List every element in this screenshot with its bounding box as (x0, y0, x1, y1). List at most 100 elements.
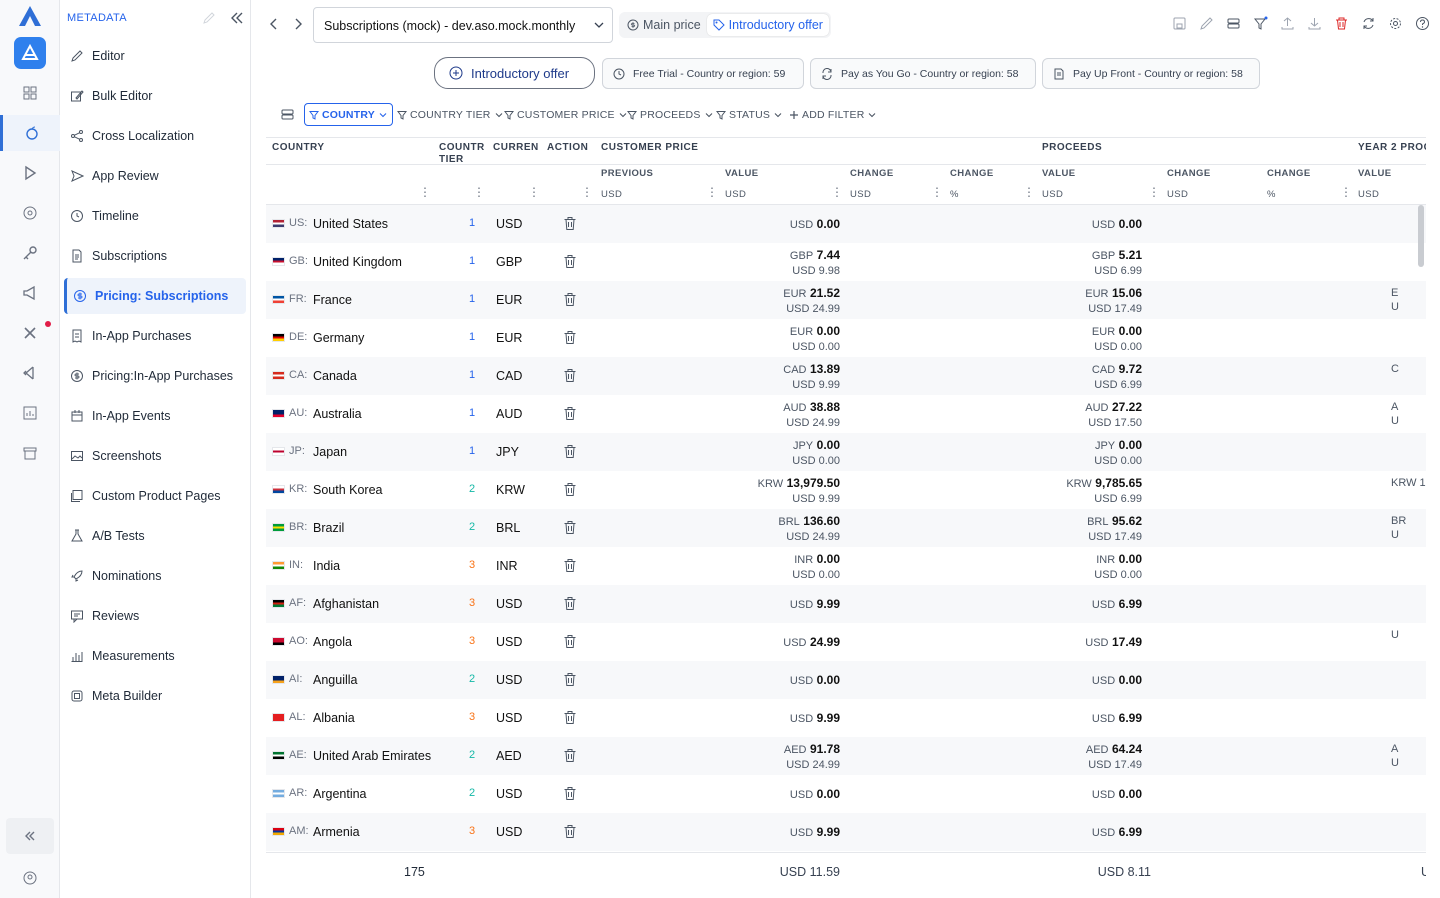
delete-icon[interactable] (1334, 16, 1349, 31)
table-row[interactable]: AU: Australia 1 AUD AUD 38.88 USD 24.99 AUD 27… (266, 395, 1426, 433)
table-row[interactable]: AO: Angola 3 USD USD 24.99 USD 17.49 U (266, 623, 1426, 661)
proceeds-value[interactable]: BRL 95.62 USD 17.49 (1087, 514, 1142, 544)
back-arrow-icon[interactable] (267, 16, 281, 32)
table-row[interactable]: AE: United Arab Emirates 2 AED AED 91.78 USD … (266, 737, 1426, 775)
filter-status[interactable]: STATUS (716, 103, 783, 126)
trash-icon[interactable] (563, 748, 577, 763)
column-menu-icon[interactable]: ⋮ (473, 185, 485, 199)
table-row[interactable]: AI: Anguilla 2 USD USD 0.00 USD 0.00 (266, 661, 1426, 699)
proceeds-value[interactable]: USD 6.99 (1092, 597, 1142, 612)
table-row[interactable]: FR: France 1 EUR EUR 21.52 USD 24.99 EUR 15.06… (266, 281, 1426, 319)
collapse-rail-icon[interactable] (6, 818, 54, 854)
sidebar-item-in-app-purchases[interactable]: In-App Purchases (64, 318, 246, 354)
tab-main-price[interactable]: Main price (621, 14, 707, 36)
sidebar-item-custom-product-pages[interactable]: Custom Product Pages (64, 478, 246, 514)
col-year2[interactable]: YEAR 2 PROC (1358, 142, 1426, 153)
account-icon[interactable] (0, 860, 60, 896)
table-row[interactable]: AF: Afghanistan 3 USD USD 9.99 USD 6.99 (266, 585, 1426, 623)
filter-proceeds[interactable]: PROCEEDS (627, 103, 714, 126)
trash-icon[interactable] (563, 368, 577, 383)
proceeds-value[interactable]: INR 0.00 USD 0.00 (1094, 552, 1142, 582)
proceeds-value[interactable]: AED 64.24 USD 17.49 (1086, 742, 1142, 772)
trash-icon[interactable] (563, 254, 577, 269)
sidebar-item-meta-builder[interactable]: Meta Builder (64, 678, 246, 714)
customer-price-value[interactable]: USD 9.99 (790, 711, 840, 726)
table-row[interactable]: AM: Armenia 3 USD USD 9.99 USD 6.99 (266, 813, 1426, 851)
table-row[interactable]: US: United States 1 USD USD 0.00 USD 0.00 (266, 205, 1426, 243)
target-icon[interactable] (0, 195, 60, 231)
play-icon[interactable] (0, 155, 60, 191)
table-row[interactable]: KR: South Korea 2 KRW KRW 13,979.50 USD 9.99 K… (266, 471, 1426, 509)
customer-price-value[interactable]: JPY 0.00 USD 0.00 (792, 438, 840, 468)
customer-price-value[interactable]: KRW 13,979.50 USD 9.99 (758, 476, 840, 506)
tools-icon[interactable] (0, 315, 60, 351)
help-icon[interactable] (1415, 16, 1430, 31)
proceeds-value[interactable]: JPY 0.00 USD 0.00 (1094, 438, 1142, 468)
sidebar-item-reviews[interactable]: Reviews (64, 598, 246, 634)
database-icon[interactable] (1226, 16, 1241, 31)
column-menu-icon[interactable]: ⋮ (1340, 185, 1352, 199)
customer-price-value[interactable]: USD 9.99 (790, 825, 840, 840)
sidebar-item-measurements[interactable]: Measurements (64, 638, 246, 674)
store-icon[interactable] (0, 435, 60, 471)
table-row[interactable]: GB: United Kingdom 1 GBP GBP 7.44 USD 9.98 GBP… (266, 243, 1426, 281)
refresh-icon[interactable] (1361, 16, 1376, 31)
sidebar-item-timeline[interactable]: Timeline (64, 198, 246, 234)
column-menu-icon[interactable]: ⋮ (931, 185, 943, 199)
trash-icon[interactable] (563, 786, 577, 801)
trash-icon[interactable] (563, 482, 577, 497)
app-store-icon[interactable] (14, 37, 46, 69)
trash-icon[interactable] (563, 558, 577, 573)
save-icon[interactable] (1172, 16, 1187, 31)
forward-arrow-icon[interactable] (291, 16, 305, 32)
col-country[interactable]: COUNTRY (272, 142, 325, 153)
proceeds-value[interactable]: USD 6.99 (1092, 825, 1142, 840)
trash-icon[interactable] (563, 406, 577, 421)
table-row[interactable]: AL: Albania 3 USD USD 9.99 USD 6.99 (266, 699, 1426, 737)
customer-price-value[interactable]: BRL 136.60 USD 24.99 (778, 514, 840, 544)
proceeds-value[interactable]: GBP 5.21 USD 6.99 (1092, 248, 1142, 278)
filter-country[interactable]: COUNTRY (304, 103, 393, 126)
customer-price-value[interactable]: USD 0.00 (790, 673, 840, 688)
sidebar-item-a-b-tests[interactable]: A/B Tests (64, 518, 246, 554)
col-tier[interactable]: COUNTR TIER (439, 142, 485, 166)
trash-icon[interactable] (563, 596, 577, 611)
sidebar-item-app-review[interactable]: App Review (64, 158, 246, 194)
key-icon[interactable] (0, 235, 60, 271)
proceeds-value[interactable]: EUR 15.06 USD 17.49 (1085, 286, 1142, 316)
introductory-offer-button[interactable]: Introductory offer (434, 57, 595, 89)
col-customer-price[interactable]: CUSTOMER PRICE (601, 142, 698, 153)
sidebar-item-bulk-editor[interactable]: Bulk Editor (64, 78, 246, 114)
column-menu-icon[interactable]: ⋮ (706, 185, 718, 199)
offer-pay-as-you-go-button[interactable]: Pay as You Go - Country or region: 58 (810, 58, 1036, 89)
upload-icon[interactable] (1280, 16, 1295, 31)
customer-price-value[interactable]: USD 0.00 (790, 217, 840, 232)
trash-icon[interactable] (563, 444, 577, 459)
trash-icon[interactable] (563, 634, 577, 649)
col-action[interactable]: ACTION (547, 142, 588, 153)
column-menu-icon[interactable]: ⋮ (419, 185, 431, 199)
sidebar-item-subscriptions[interactable]: Subscriptions (64, 238, 246, 274)
customer-price-value[interactable]: USD 24.99 (783, 635, 840, 650)
table-row[interactable]: JP: Japan 1 JPY JPY 0.00 USD 0.00 JPY 0.00 USD … (266, 433, 1426, 471)
proceeds-value[interactable]: USD 17.49 (1085, 635, 1142, 650)
customer-price-value[interactable]: AED 91.78 USD 24.99 (784, 742, 840, 772)
sidebar-item-pricing-in-app-purchases[interactable]: Pricing:In-App Purchases (64, 358, 246, 394)
proceeds-value[interactable]: USD 6.99 (1092, 711, 1142, 726)
customer-price-value[interactable]: USD 9.99 (790, 597, 840, 612)
trash-icon[interactable] (563, 824, 577, 839)
sidebar-item-nominations[interactable]: Nominations (64, 558, 246, 594)
proceeds-value[interactable]: USD 0.00 (1092, 673, 1142, 688)
customer-price-value[interactable]: EUR 21.52 USD 24.99 (783, 286, 840, 316)
column-menu-icon[interactable]: ⋮ (831, 185, 843, 199)
download-icon[interactable] (1307, 16, 1322, 31)
table-row[interactable]: BR: Brazil 2 BRL BRL 136.60 USD 24.99 BRL 95.6… (266, 509, 1426, 547)
filter-country-tier[interactable]: COUNTRY TIER (397, 103, 504, 126)
table-row[interactable]: IN: India 3 INR INR 0.00 USD 0.00 INR 0.00 USD … (266, 547, 1426, 585)
trash-icon[interactable] (563, 330, 577, 345)
col-proceeds[interactable]: PROCEEDS (1042, 142, 1102, 153)
sidebar-item-cross-localization[interactable]: Cross Localization (64, 118, 246, 154)
sidebar-item-editor[interactable]: Editor (64, 38, 246, 74)
table-row[interactable]: DE: Germany 1 EUR EUR 0.00 USD 0.00 EUR 0.00 US… (266, 319, 1426, 357)
edit-icon[interactable] (1199, 16, 1214, 31)
